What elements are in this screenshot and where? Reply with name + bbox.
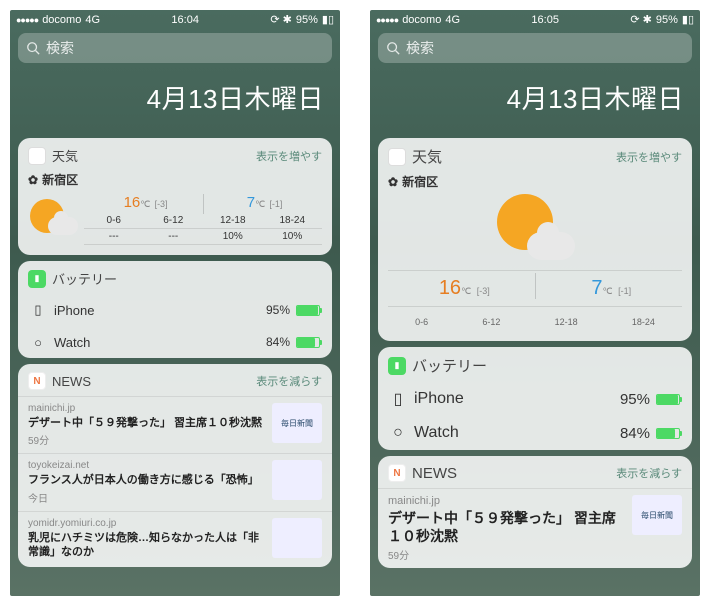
clock: 16:04 [171,14,199,26]
time-slots: 0-6 6-12 12-18 18-24 [388,313,682,331]
time-slots: 0-6 6-12 12-18 18-24 [84,213,322,229]
news-thumb [272,460,322,500]
iphone-icon: ▯ [30,302,46,318]
collapse-button[interactable]: 表示を減らす [616,465,682,481]
news-app-icon: N [28,372,46,390]
battery-widget[interactable]: ▮ バッテリー ▯iPhone 95% ○Watch 84% [378,347,692,450]
status-bar: ●●●●● docomo 4G 16:04 ⟳ ✱ 95% ▮▯ [10,10,340,29]
search-input[interactable]: 検索 [378,33,692,63]
news-title: NEWS [52,374,91,389]
watch-icon: ○ [30,334,46,350]
news-item[interactable]: mainichi.jp デザート中「５９発撃った」 習主席１０秒沈黙 59分 毎… [18,396,332,453]
status-bar: ●●●●● docomo 4G 16:05 ⟳ ✱ 95% ▮▯ [370,10,700,29]
news-title: NEWS [412,465,457,482]
location-icon: ✿ [388,175,398,189]
high-temp: 16℃ [-3] [124,194,168,211]
high-temp: 16℃ [-3] [439,277,490,300]
news-app-icon: N [388,464,406,482]
news-widget[interactable]: N NEWS 表示を減らす mainichi.jp デザート中「５９発撃った」 … [378,456,692,568]
collapse-button[interactable]: 表示を減らす [256,373,322,389]
battery-pct: 95% [656,14,678,26]
location-row: ✿ 新宿区 [378,173,692,194]
news-thumb: 毎日新聞 [272,403,322,443]
search-placeholder: 検索 [406,38,434,58]
expand-button[interactable]: 表示を増やす [256,148,322,164]
battery-row-iphone: ▯iPhone 95% [18,294,332,326]
weather-widget[interactable]: ☀ 天気 表示を増やす ✿ 新宿区 16℃ [-3] 7℃ [-1] 0-6 6… [378,138,692,341]
weather-title: 天気 [52,146,78,165]
location-name: 新宿区 [42,171,78,188]
battery-row-watch: ○Watch 84% [378,416,692,450]
signal-dots: ●●●●● [376,15,398,25]
battery-app-icon: ▮ [28,270,46,288]
date-label: 4月13日木曜日 [370,67,700,132]
battery-icon: ▮▯ [682,13,694,26]
location-icon: ✿ [28,173,38,187]
battery-pct: 95% [296,14,318,26]
location-name: 新宿区 [402,173,438,190]
search-input[interactable]: 検索 [18,33,332,63]
news-item[interactable]: toyokeizai.net フランス人が日本人の働き方に感じる「恐怖」 今日 [18,453,332,510]
precip-row: --- --- 10% 10% [84,229,322,245]
search-placeholder: 検索 [46,38,74,58]
bluetooth-icon: ⟳ ✱ [270,13,292,26]
date-label: 4月13日木曜日 [10,67,340,132]
news-widget[interactable]: N NEWS 表示を減らす mainichi.jp デザート中「５９発撃った」 … [18,364,332,567]
network-label: 4G [85,14,100,26]
iphone-icon: ▯ [390,391,406,407]
battery-app-icon: ▮ [388,357,406,375]
battery-row-watch: ○Watch 84% [18,326,332,358]
carrier-label: docomo [42,14,81,26]
bluetooth-icon: ⟳ ✱ [630,13,652,26]
battery-title: バッテリー [52,269,117,288]
weather-app-icon: ☀ [388,148,406,166]
phone-left: ●●●●● docomo 4G 16:04 ⟳ ✱ 95% ▮▯ 検索 4月13… [10,10,340,596]
battery-title: バッテリー [412,355,487,376]
weather-app-icon: ☀ [28,147,46,165]
weather-widget[interactable]: ☀ 天気 表示を増やす ✿ 新宿区 16℃ [-3] 7℃ [-1] 0-6 6… [18,138,332,255]
battery-widget[interactable]: ▮ バッテリー ▯iPhone 95% ○Watch 84% [18,261,332,358]
carrier-label: docomo [402,14,441,26]
news-thumb: 毎日新聞 [632,495,682,535]
battery-row-iphone: ▯iPhone 95% [378,382,692,416]
battery-icon: ▮▯ [322,13,334,26]
news-item[interactable]: mainichi.jp デザート中「５９発撃った」 習主席１０秒沈黙 59分 毎… [378,488,692,568]
news-item[interactable]: yomidr.yomiuri.co.jp 乳児にハチミツは危険…知らなかった人は… [18,511,332,568]
weather-condition-icon [495,194,575,264]
location-row: ✿ 新宿区 [18,171,332,192]
low-temp: 7℃ [-1] [247,194,283,211]
expand-button[interactable]: 表示を増やす [616,149,682,165]
search-icon [386,41,400,55]
clock: 16:05 [531,14,559,26]
weather-condition-icon [28,199,78,239]
watch-icon: ○ [390,425,406,441]
news-thumb [272,518,322,558]
weather-title: 天気 [412,146,442,167]
phone-right: ●●●●● docomo 4G 16:05 ⟳ ✱ 95% ▮▯ 検索 4月13… [370,10,700,596]
low-temp: 7℃ [-1] [591,277,631,300]
network-label: 4G [445,14,460,26]
signal-dots: ●●●●● [16,15,38,25]
search-icon [26,41,40,55]
